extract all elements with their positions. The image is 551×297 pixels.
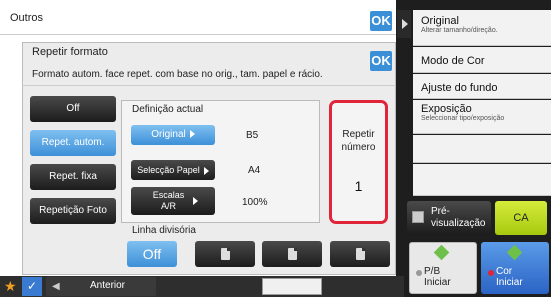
scale-button[interactable]: Escalas A/R [131,187,215,215]
sidebar-item-exposure[interactable]: Exposição Seleccionar tipo/exposição [413,100,551,134]
play-arrow-icon [402,19,408,29]
mode-off-button[interactable]: Off [30,96,116,122]
dividing-line-heading: Linha divisória [132,225,196,236]
star-icon[interactable]: ★ [4,278,20,295]
arrow-right-icon [203,166,209,175]
dialog-title: Repetir formato [32,46,108,58]
dividing-line-option-3-button[interactable] [330,241,390,267]
sidebar-item-color-mode[interactable]: Modo de Cor [413,47,551,73]
clear-all-button[interactable]: CA [495,201,547,235]
arrow-right-icon [192,197,198,205]
original-button[interactable]: Original [131,125,215,145]
sidebar-empty-slot-1 [413,135,551,163]
repeat-number-value: 1 [354,178,363,194]
dividing-line-option-2-button[interactable] [262,241,322,267]
dialog-divider [22,85,396,86]
paper-select-button[interactable]: Selecção Papel [131,160,215,180]
original-label: Original [151,129,186,140]
preview-icon [412,211,424,223]
mode-fixed-repeat-button[interactable]: Repet. fixa [30,164,116,190]
paper-tray-status-icon [262,278,322,295]
paper-select-label: Selecção Papel [137,165,200,175]
scale-value: 100% [242,197,268,208]
bw-start-label: P/B Iniciar [424,266,451,288]
current-settings-heading: Definição actual [132,104,204,115]
preview-label: Pré-visualização [431,206,486,229]
color-start-label: Cor Iniciar [496,266,523,288]
repeat-number-label: Repetir número [341,129,376,153]
outer-divider [0,34,396,35]
dialog-ok-button[interactable]: OK [370,51,392,71]
outer-ok-button[interactable]: OK [370,11,392,31]
mode-photo-repeat-button[interactable]: Repetição Foto [30,198,116,224]
document-icon [220,248,230,260]
mode-auto-repeat-button[interactable]: Repet. autom. [30,130,116,156]
dividing-line-option-1-button[interactable] [195,241,255,267]
sidebar-empty-slot-2 [413,164,551,196]
sidebar-item-subtitle: Seleccionar tipo/exposição [421,115,505,122]
paper-value: A4 [248,165,261,176]
scale-label: Escalas A/R [152,190,185,211]
arrow-right-icon [189,130,195,139]
original-value: B5 [246,130,259,141]
sidebar-item-label: Original [421,15,459,27]
repeat-number-box[interactable] [329,100,388,224]
document-icon [355,248,365,260]
check-icon[interactable]: ✓ [22,277,42,296]
outer-dialog-title: Outros [10,12,44,24]
sidebar-item-background-adjust[interactable]: Ajuste do fundo [413,74,551,99]
sidebar-item-original[interactable]: Original Alterar tamanho/direção. [413,10,551,46]
sidebar-item-subtitle: Alterar tamanho/direção. [421,27,498,34]
back-left-arrow-icon: ◀ [52,281,60,292]
dividing-line-off-button[interactable]: Off [127,241,177,267]
sidebar-item-label: Exposição [421,103,472,115]
sidebar-item-label: Modo de Cor [421,55,485,67]
back-button-label: Anterior [90,280,126,291]
bw-start-dot-icon [416,270,422,276]
color-start-dot-icon [488,270,494,276]
dialog-description: Formato autom. face repet. com base no o… [32,69,323,80]
sidebar-item-label: Ajuste do fundo [421,82,498,94]
document-icon [287,248,297,260]
